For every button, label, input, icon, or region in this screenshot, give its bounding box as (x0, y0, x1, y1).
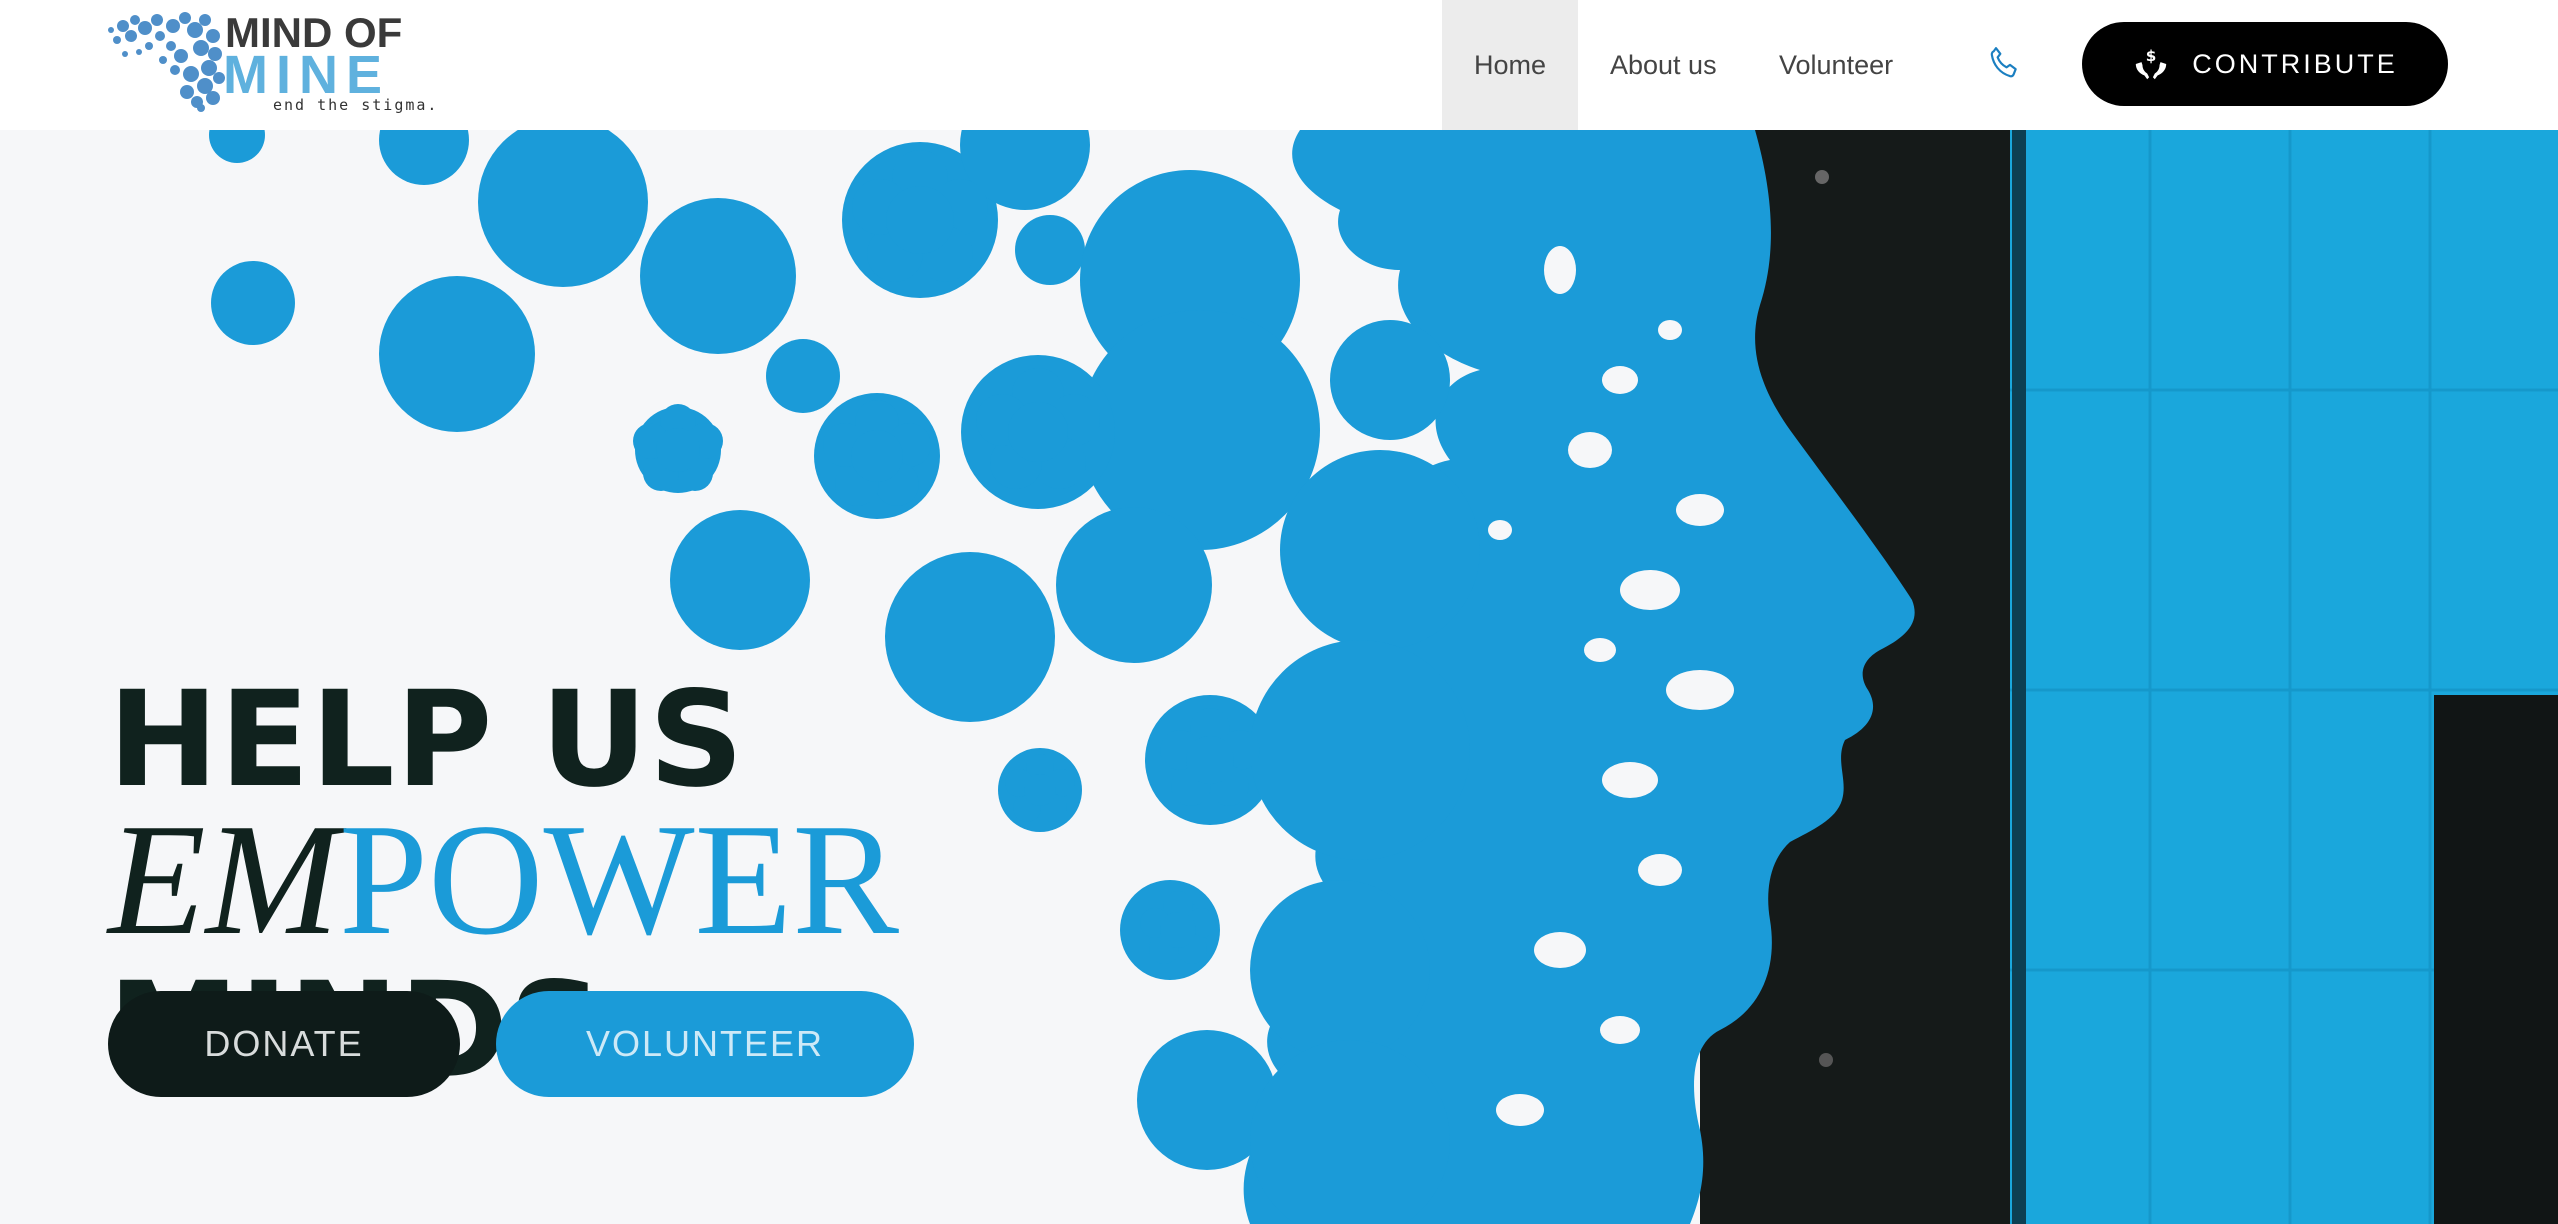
logo-tagline: end the stigma. (273, 96, 439, 114)
logo[interactable]: MIND OF MINE end the stigma. (105, 6, 436, 114)
nav-about-us[interactable]: About us (1610, 0, 1717, 130)
phone-icon[interactable] (1985, 44, 2025, 84)
donate-hands-icon: $ (2136, 47, 2167, 80)
donate-button[interactable]: DONATE (108, 991, 460, 1097)
headline-em: EM (108, 790, 340, 968)
logo-head-icon (108, 12, 225, 112)
contribute-label: CONTRIBUTE (2192, 48, 2398, 79)
nav-home[interactable]: Home (1442, 0, 1578, 130)
headline-line-2: EMPOWER (108, 799, 899, 959)
logo-subtitle: MINE (223, 45, 390, 105)
nav-volunteer[interactable]: Volunteer (1779, 0, 1893, 130)
volunteer-button[interactable]: VOLUNTEER (496, 991, 914, 1097)
site-header: MIND OF MINE end the stigma. Home About … (0, 0, 2558, 130)
contribute-button[interactable]: $ CONTRIBUTE (2082, 22, 2448, 106)
svg-text:$: $ (2146, 47, 2157, 65)
headline-line-1: HELP US (108, 663, 745, 817)
headline-power: POWER (339, 790, 900, 968)
